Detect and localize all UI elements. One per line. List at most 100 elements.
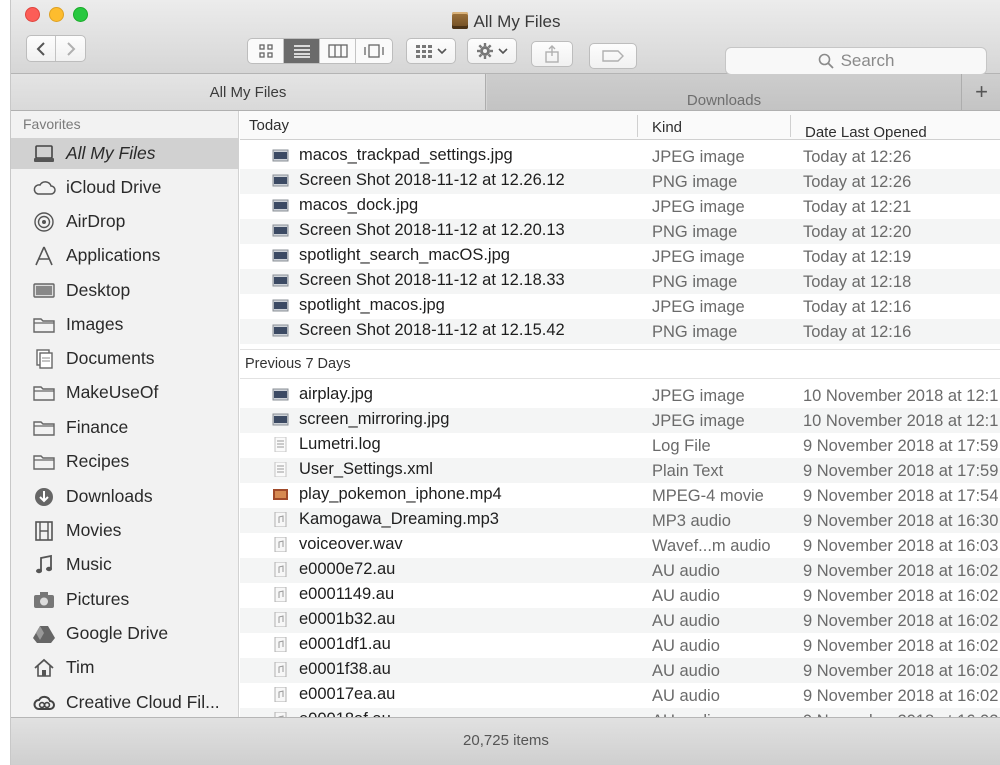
list-view-button[interactable] — [284, 39, 320, 63]
sidebar-item-recipes[interactable]: Recipes — [11, 446, 239, 477]
file-row[interactable]: e0000e72.au AU audio 9 November 2018 at 16… — [240, 558, 1000, 583]
file-name: e0001df1.au — [299, 635, 391, 653]
file-row[interactable]: Kamogawa_Dreaming.mp3 MP3 audio 9 November… — [240, 508, 1000, 533]
file-date-last-opened: 9 November 2018 at 16:02 — [803, 662, 999, 680]
column-divider[interactable] — [637, 115, 638, 137]
status-bar: 20,725 items — [11, 717, 1000, 765]
file-row[interactable]: airplay.jpg JPEG image 10 November 2018 at… — [240, 383, 1000, 408]
file-kind: MPEG-4 movie — [652, 487, 764, 505]
tags-button[interactable] — [589, 43, 637, 69]
file-row[interactable]: e0001b32.au AU audio 9 November 2018 at 16… — [240, 608, 1000, 633]
file-row[interactable]: e0001149.au AU audio 9 November 2018 at 16… — [240, 583, 1000, 608]
cloud-icon — [31, 177, 57, 199]
image-file-icon — [272, 324, 289, 337]
column-name[interactable]: Today — [249, 111, 289, 140]
audio-file-icon — [274, 587, 287, 602]
file-row[interactable]: Screen Shot 2018-11-12 at 12.15.42 PNG im… — [240, 319, 1000, 344]
sidebar-item-downloads[interactable]: Downloads — [11, 481, 239, 512]
sidebar-item-creative-cloud[interactable]: Creative Cloud Fil... — [11, 687, 239, 718]
sidebar-item-movies[interactable]: Movies — [11, 515, 239, 546]
finder-window: All My Files Search All My Files Downloa… — [10, 0, 1000, 765]
sidebar-item-applications[interactable]: Applications — [11, 240, 239, 271]
sidebar-item-airdrop[interactable]: AirDrop — [11, 206, 239, 237]
action-menu-button[interactable] — [467, 38, 517, 64]
sidebar-item-desktop[interactable]: Desktop — [11, 275, 239, 306]
file-row[interactable]: spotlight_macos.jpg JPEG image Today at 12… — [240, 294, 1000, 319]
file-kind: PNG image — [652, 173, 738, 191]
audio-file-icon — [274, 637, 287, 652]
file-name-cell: macos_trackpad_settings.jpg — [272, 146, 513, 165]
sidebar-item-icloud-drive[interactable]: iCloud Drive — [11, 172, 239, 203]
sidebar-item-makeuseof[interactable]: MakeUseOf — [11, 377, 239, 408]
tab-all-my-files[interactable]: All My Files — [11, 74, 486, 110]
sidebar-item-pictures[interactable]: Pictures — [11, 584, 239, 615]
sidebar-item-label: Finance — [66, 417, 129, 437]
sidebar-item-label: Google Drive — [66, 623, 169, 643]
forward-button[interactable] — [56, 36, 85, 61]
file-name-cell: spotlight_search_macOS.jpg — [272, 246, 510, 265]
film-icon — [31, 520, 57, 542]
file-kind: JPEG image — [652, 248, 745, 266]
file-name-cell: e0001df1.au — [272, 635, 391, 654]
file-date-last-opened: 9 November 2018 at 16:02 — [803, 562, 999, 580]
sidebar-item-images[interactable]: Images — [11, 309, 239, 340]
file-name: Screen Shot 2018-11-12 at 12.18.33 — [299, 271, 565, 289]
file-kind: PNG image — [652, 223, 738, 241]
applications-icon — [31, 245, 57, 267]
cover-flow-icon — [364, 44, 384, 58]
file-row[interactable]: macos_trackpad_settings.jpg JPEG image Tod… — [240, 144, 1000, 169]
home-icon — [31, 657, 57, 679]
folder-icon — [31, 451, 57, 473]
file-row[interactable]: spotlight_search_macOS.jpg JPEG image Toda… — [240, 244, 1000, 269]
sidebar-item-label: Desktop — [66, 280, 131, 300]
column-divider[interactable] — [790, 115, 791, 137]
file-name: e00017ea.au — [299, 685, 396, 703]
file-date-last-opened: Today at 12:26 — [803, 173, 912, 191]
sidebar-item-label: Tim — [66, 657, 95, 677]
file-kind: AU audio — [652, 612, 720, 630]
file-row[interactable]: voiceover.wav Wavef...m audio 9 November 2… — [240, 533, 1000, 558]
view-mode-control — [247, 38, 393, 64]
sidebar-item-google-drive[interactable]: Google Drive — [11, 618, 239, 649]
share-button[interactable] — [531, 41, 573, 67]
file-row[interactable]: play_pokemon_iphone.mp4 MPEG-4 movie 9 Nov… — [240, 483, 1000, 508]
file-row[interactable]: Lumetri.log Log File 9 November 2018 at 17… — [240, 433, 1000, 458]
group-by-button[interactable] — [406, 38, 456, 64]
file-name: e00018af.au — [299, 710, 391, 717]
sidebar-item-documents[interactable]: Documents — [11, 343, 239, 374]
new-tab-button[interactable]: + — [961, 74, 1000, 110]
column-kind[interactable]: Kind — [652, 113, 682, 142]
back-button[interactable] — [27, 36, 57, 61]
sidebar-item-music[interactable]: Music — [11, 549, 239, 580]
file-date-last-opened: 9 November 2018 at 17:54 — [803, 487, 999, 505]
file-row[interactable]: Screen Shot 2018-11-12 at 12.20.13 PNG im… — [240, 219, 1000, 244]
audio-file-icon — [274, 512, 287, 527]
icon-view-button[interactable] — [248, 39, 284, 63]
file-row[interactable]: e00018af.auAU audio9 November 2018 at 16… — [240, 708, 1000, 717]
file-row[interactable]: e0001df1.au AU audio 9 November 2018 at 16… — [240, 633, 1000, 658]
tab-downloads[interactable]: Downloads — [487, 74, 961, 110]
file-kind: JPEG image — [652, 198, 745, 216]
sidebar-item-tim[interactable]: Tim — [11, 652, 239, 683]
column-date-last-opened[interactable]: Date Last Opened — [805, 118, 927, 147]
file-row[interactable]: e00017ea.au AU audio 9 November 2018 at 16… — [240, 683, 1000, 708]
file-name-cell: Screen Shot 2018-11-12 at 12.26.12 — [272, 171, 565, 190]
column-view-button[interactable] — [320, 39, 356, 63]
file-row[interactable]: screen_mirroring.jpg JPEG image 10 Novembe… — [240, 408, 1000, 433]
sidebar: Favorites All My Files iCloud Drive AirD… — [11, 111, 239, 717]
file-row[interactable]: User_Settings.xml Plain Text 9 November 20… — [240, 458, 1000, 483]
file-date-last-opened: 10 November 2018 at 12:1 — [803, 412, 999, 430]
file-row[interactable]: Screen Shot 2018-11-12 at 12.18.33 PNG im… — [240, 269, 1000, 294]
image-file-icon — [272, 299, 289, 312]
file-row[interactable]: e0001f38.au AU audio 9 November 2018 at 16… — [240, 658, 1000, 683]
sidebar-item-all-my-files[interactable]: All My Files — [11, 138, 239, 169]
chevron-down-icon — [498, 48, 508, 55]
gallery-view-button[interactable] — [356, 39, 392, 63]
search-field[interactable]: Search — [725, 47, 987, 75]
file-row[interactable]: macos_dock.jpg JPEG image Today at 12:21 — [240, 194, 1000, 219]
sidebar-item-finance[interactable]: Finance — [11, 412, 239, 443]
file-name: voiceover.wav — [299, 535, 403, 553]
file-row[interactable]: Screen Shot 2018-11-12 at 12.26.12 PNG im… — [240, 169, 1000, 194]
music-note-icon — [31, 554, 57, 576]
desktop-icon — [31, 280, 57, 302]
